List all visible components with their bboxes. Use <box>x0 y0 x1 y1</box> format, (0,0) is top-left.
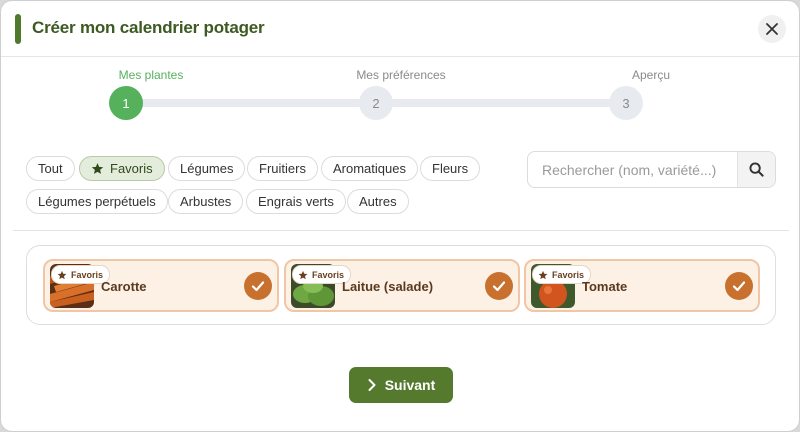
dialog-title: Créer mon calendrier potager <box>32 18 265 37</box>
check-icon <box>492 281 506 292</box>
plant-card-tomate[interactable]: Favoris Tomate <box>524 259 760 312</box>
plant-name: Tomate <box>582 279 628 294</box>
search-button[interactable] <box>737 152 775 187</box>
close-button[interactable] <box>758 15 786 43</box>
search-input[interactable] <box>528 152 738 187</box>
selected-check-button[interactable] <box>244 272 272 300</box>
section-divider <box>13 230 789 231</box>
plant-name: Laitue (salade) <box>342 279 434 294</box>
search-icon <box>749 162 764 177</box>
step-3-label: Aperçu <box>631 68 671 82</box>
filter-chip-fleurs[interactable]: Fleurs <box>420 156 481 181</box>
badge-label: Favoris <box>552 269 585 280</box>
title-accent-bar <box>15 14 21 44</box>
chip-label: Favoris <box>110 161 153 176</box>
step-2-circle[interactable]: 2 <box>359 86 393 120</box>
step-1-circle[interactable]: 1 <box>109 86 143 120</box>
star-icon <box>538 270 548 279</box>
plant-card-carotte[interactable]: Favoris Carotte <box>43 259 279 312</box>
chevron-right-icon <box>368 379 376 391</box>
chip-label: Légumes perpétuels <box>38 194 156 209</box>
star-icon <box>298 270 308 279</box>
check-icon <box>251 281 265 292</box>
plant-name: Carotte <box>101 279 147 294</box>
next-button-label: Suivant <box>384 377 436 393</box>
badge-label: Favoris <box>71 269 104 280</box>
plant-card-laitue[interactable]: Favoris Laitue (salade) <box>284 259 520 312</box>
chip-label: Fleurs <box>432 161 469 176</box>
step-3-circle[interactable]: 3 <box>609 86 643 120</box>
chip-label: Aromatiques <box>333 161 406 176</box>
chip-label: Légumes <box>180 161 234 176</box>
badge-label: Favoris <box>312 269 345 280</box>
chip-label: Fruitiers <box>259 161 306 176</box>
filter-chip-legumes[interactable]: Légumes <box>168 156 246 181</box>
filter-chip-tout[interactable]: Tout <box>26 156 75 181</box>
filter-chip-autres[interactable]: Autres <box>347 189 409 214</box>
dialog-header: Créer mon calendrier potager <box>1 1 799 57</box>
filter-chip-aromatiques[interactable]: Aromatiques <box>321 156 418 181</box>
filter-chip-fruitiers[interactable]: Fruitiers <box>247 156 318 181</box>
star-icon <box>91 162 104 175</box>
close-icon <box>766 23 778 35</box>
plant-search <box>527 151 776 188</box>
filter-chip-arbustes[interactable]: Arbustes <box>168 189 244 214</box>
filter-chip-engrais-verts[interactable]: Engrais verts <box>246 189 346 214</box>
filter-chip-favoris[interactable]: Favoris <box>79 156 165 181</box>
chip-label: Engrais verts <box>258 194 334 209</box>
progress-stepper: Mes plantes 1 Mes préférences 2 Aperçu 3 <box>1 57 799 137</box>
calendar-dialog: Créer mon calendrier potager Mes plantes… <box>0 0 800 432</box>
star-icon <box>57 270 67 279</box>
step-2-label: Mes préférences <box>356 68 446 82</box>
check-icon <box>732 281 746 292</box>
chip-label: Arbustes <box>180 194 232 209</box>
selected-check-button[interactable] <box>725 272 753 300</box>
next-button[interactable]: Suivant <box>349 367 453 403</box>
step-1-label: Mes plantes <box>118 68 184 82</box>
selected-plants-panel: Favoris Carotte Favoris Laitue (salade) … <box>26 245 776 325</box>
selected-check-button[interactable] <box>485 272 513 300</box>
chip-label: Tout <box>38 161 63 176</box>
chip-label: Autres <box>359 194 397 209</box>
filter-chip-legumes-perpetuels[interactable]: Légumes perpétuels <box>26 189 168 214</box>
